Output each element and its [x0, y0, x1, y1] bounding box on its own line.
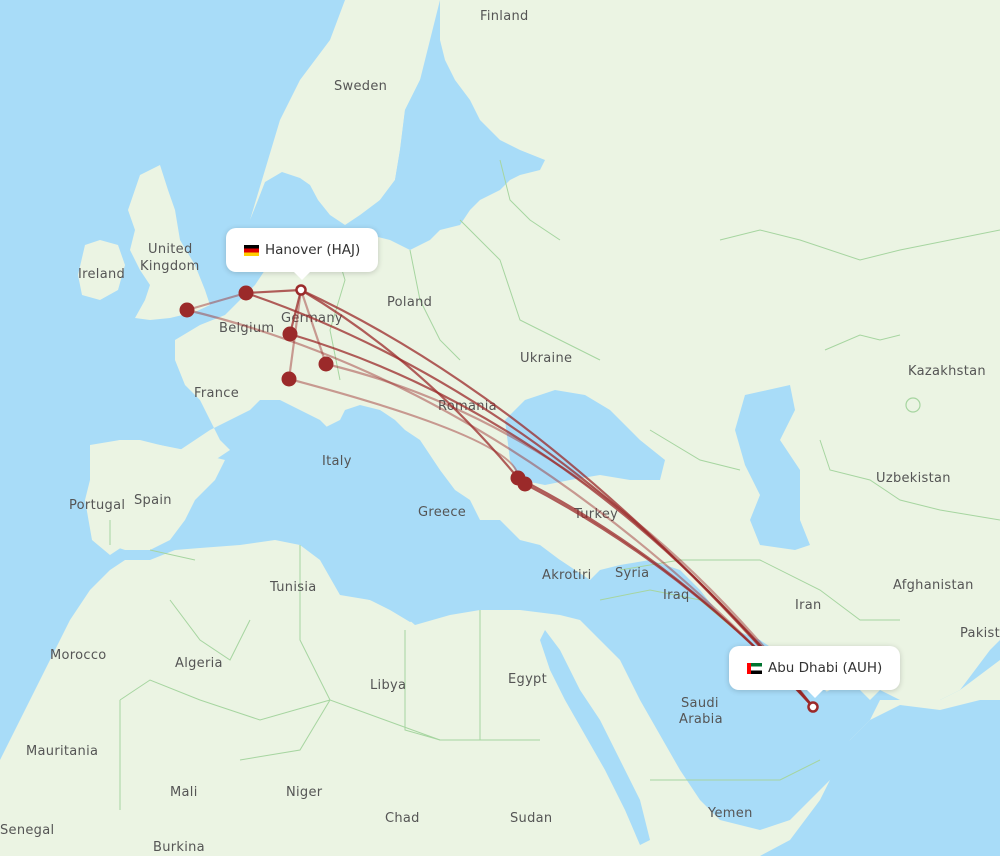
label-ukraine: Ukraine — [520, 351, 572, 366]
label-akrotiri: Akrotiri — [542, 568, 592, 583]
label-uzbekistan: Uzbekistan — [876, 471, 951, 486]
label-mauritania: Mauritania — [26, 744, 98, 759]
label-senegal: Senegal — [0, 823, 54, 838]
stopover-munich[interactable] — [318, 356, 334, 372]
label-finland: Finland — [480, 9, 529, 24]
label-ireland: Ireland — [78, 267, 125, 282]
label-morocco: Morocco — [50, 648, 107, 663]
label-greece: Greece — [418, 505, 466, 520]
label-united: United — [148, 242, 193, 257]
stopover-zurich[interactable] — [281, 371, 297, 387]
label-kazakhstan: Kazakhstan — [908, 364, 986, 379]
label-syria: Syria — [615, 566, 649, 581]
route-map[interactable]: Finland Sweden United Kingdom Ireland Po… — [0, 0, 1000, 856]
label-burkina: Burkina — [153, 840, 205, 855]
label-sweden: Sweden — [334, 79, 387, 94]
label-sudan: Sudan — [510, 811, 552, 826]
label-pakistan: Pakist — [960, 626, 1000, 641]
destination-label: Abu Dhabi (AUH) — [768, 660, 883, 676]
label-kingdom: Kingdom — [140, 259, 200, 274]
label-iraq: Iraq — [663, 588, 690, 603]
destination-tooltip[interactable]: Abu Dhabi (AUH) — [729, 646, 901, 698]
label-libya: Libya — [370, 678, 406, 693]
label-chad: Chad — [385, 811, 420, 826]
stopover-istanbul-sabiha[interactable] — [517, 476, 533, 492]
stopover-london[interactable] — [179, 302, 195, 318]
label-italy: Italy — [322, 454, 352, 469]
origin-marker[interactable] — [295, 284, 307, 296]
label-niger: Niger — [286, 785, 323, 800]
label-spain: Spain — [134, 493, 172, 508]
label-france: France — [194, 386, 239, 401]
label-egypt: Egypt — [508, 672, 547, 687]
label-arabia: Arabia — [679, 712, 723, 727]
uae-flag-icon — [747, 662, 762, 674]
origin-tooltip[interactable]: Hanover (HAJ) — [226, 228, 379, 280]
label-iran: Iran — [795, 598, 822, 613]
stopover-frankfurt[interactable] — [282, 326, 298, 342]
destination-marker[interactable] — [807, 701, 819, 713]
label-belgium: Belgium — [219, 321, 274, 336]
label-tunisia: Tunisia — [269, 580, 317, 595]
label-portugal: Portugal — [69, 498, 125, 513]
label-yemen: Yemen — [707, 806, 753, 821]
stopover-amsterdam[interactable] — [238, 285, 254, 301]
label-mali: Mali — [170, 785, 198, 800]
label-saudi: Saudi — [681, 696, 719, 711]
label-algeria: Algeria — [175, 656, 223, 671]
origin-label: Hanover (HAJ) — [265, 242, 361, 258]
germany-flag-icon — [244, 244, 259, 256]
label-poland: Poland — [387, 295, 432, 310]
label-afghanistan: Afghanistan — [893, 578, 974, 593]
